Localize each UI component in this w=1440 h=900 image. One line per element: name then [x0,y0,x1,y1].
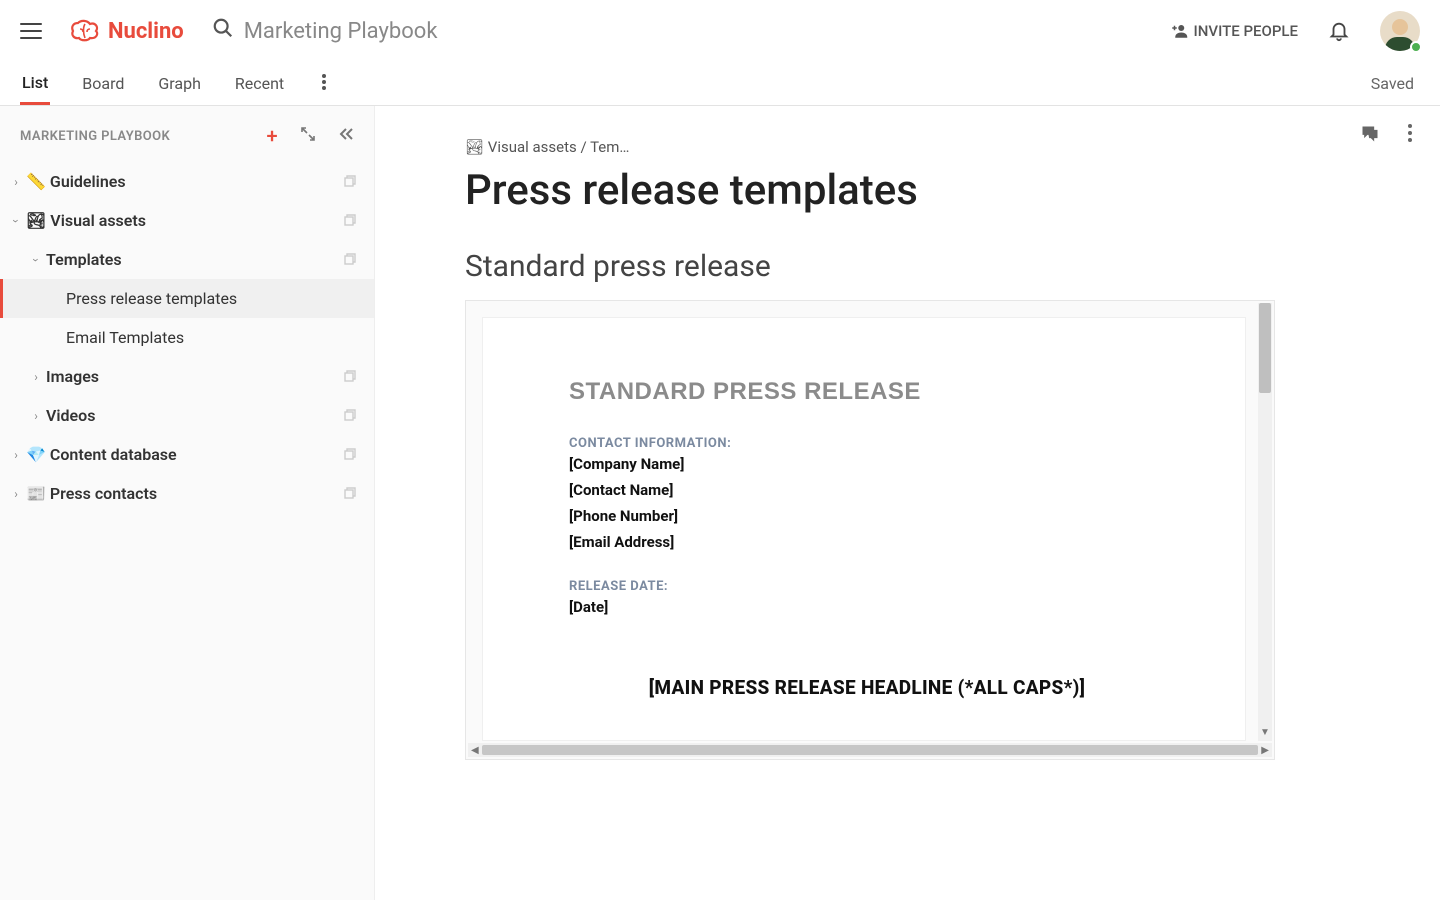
doc-field: [Date] [569,598,1165,616]
brain-icon [70,19,100,43]
sidebar-item-press-contacts[interactable]: › 📰 Press contacts [0,474,374,513]
copy-icon[interactable] [342,409,356,423]
search-placeholder: Marketing Playbook [244,19,438,44]
chat-icon [1360,124,1380,144]
view-tabs: List Board Graph Recent Saved [0,62,1440,106]
tab-board[interactable]: Board [80,64,126,103]
sidebar-item-visual-assets[interactable]: › 🏞 Visual assets [0,201,374,240]
doc-field: [Contact Name] [569,481,1165,499]
doc-field: [Phone Number] [569,507,1165,525]
copy-icon[interactable] [342,253,356,267]
saved-status: Saved [1371,74,1420,93]
brand-text: Nuclino [108,19,184,44]
sidebar-item-guidelines[interactable]: › 📏 Guidelines [0,162,374,201]
notifications-button[interactable] [1328,20,1350,42]
chevron-down-icon: › [29,254,43,266]
more-vertical-icon [1408,124,1412,142]
tab-graph[interactable]: Graph [156,64,203,103]
sidebar-item-images[interactable]: › Images [0,357,374,396]
embed-scrollbar-horizontal[interactable]: ◀ ▶ [468,743,1272,757]
sidebar-item-templates[interactable]: › Templates [0,240,374,279]
copy-icon[interactable] [342,448,356,462]
release-date-label: RELEASE DATE: [569,579,1165,594]
app-header: Nuclino Marketing Playbook INVITE PEOPLE [0,0,1440,62]
scrollbar-thumb[interactable] [1259,303,1271,393]
scroll-left-icon[interactable]: ◀ [471,745,479,756]
sidebar-item-content-database[interactable]: › 💎 Content database [0,435,374,474]
menu-icon[interactable] [20,23,42,39]
chevron-down-icon: › [9,215,23,227]
breadcrumb[interactable]: 🏞 Visual assets / Tem… [465,138,1255,156]
add-person-icon [1170,22,1188,40]
bell-icon [1328,20,1350,42]
doc-headline: [MAIN PRESS RELEASE HEADLINE (*ALL CAPS*… [569,676,1165,699]
main-content: 🏞 Visual assets / Tem… Press release tem… [375,106,1440,900]
sidebar: MARKETING PLAYBOOK + › 📏 Guidelines [0,106,375,900]
chevron-right-icon: › [30,370,42,384]
comments-button[interactable] [1360,124,1380,148]
chevron-right-icon: › [10,175,22,189]
user-avatar[interactable] [1380,11,1420,51]
expand-icon[interactable] [300,126,316,146]
collapse-sidebar-icon[interactable] [338,127,354,145]
invite-label: INVITE PEOPLE [1194,22,1298,40]
doc-field: [Company Name] [569,455,1165,473]
sidebar-item-videos[interactable]: › Videos [0,396,374,435]
scroll-down-icon[interactable]: ▼ [1258,727,1272,741]
tab-recent[interactable]: Recent [233,64,286,103]
scroll-right-icon[interactable]: ▶ [1261,745,1269,756]
tabs-more-button[interactable] [316,68,332,100]
scrollbar-thumb[interactable] [482,745,1259,755]
copy-icon[interactable] [342,487,356,501]
tab-list[interactable]: List [20,63,50,105]
search[interactable]: Marketing Playbook [212,17,438,45]
copy-icon[interactable] [342,370,356,384]
status-dot [1410,41,1422,53]
chevron-right-icon: › [10,448,22,462]
search-icon [212,17,234,45]
sidebar-item-press-release-templates[interactable]: Press release templates [0,279,374,318]
invite-people-button[interactable]: INVITE PEOPLE [1170,22,1298,40]
page-title: Press release templates [465,166,1255,215]
section-title: Standard press release [465,249,1255,284]
doc-field: [Email Address] [569,533,1165,551]
embed-scrollbar-vertical[interactable]: ▲ ▼ [1258,303,1272,741]
sidebar-item-email-templates[interactable]: Email Templates [0,318,374,357]
contact-info-label: CONTACT INFORMATION: [569,436,1165,451]
embedded-document: STANDARD PRESS RELEASE CONTACT INFORMATI… [465,300,1275,760]
document-page: STANDARD PRESS RELEASE CONTACT INFORMATI… [482,317,1246,741]
doc-heading: STANDARD PRESS RELEASE [569,378,1165,406]
copy-icon[interactable] [342,175,356,189]
more-vertical-icon [322,74,326,90]
sidebar-tree: › 📏 Guidelines › 🏞 Visual assets › Templ… [0,162,374,513]
chevron-right-icon: › [10,487,22,501]
add-item-button[interactable]: + [266,124,278,148]
page-more-button[interactable] [1408,124,1412,148]
copy-icon[interactable] [342,214,356,228]
brand-logo[interactable]: Nuclino [70,19,184,44]
sidebar-title: MARKETING PLAYBOOK [20,129,170,144]
chevron-right-icon: › [30,409,42,423]
